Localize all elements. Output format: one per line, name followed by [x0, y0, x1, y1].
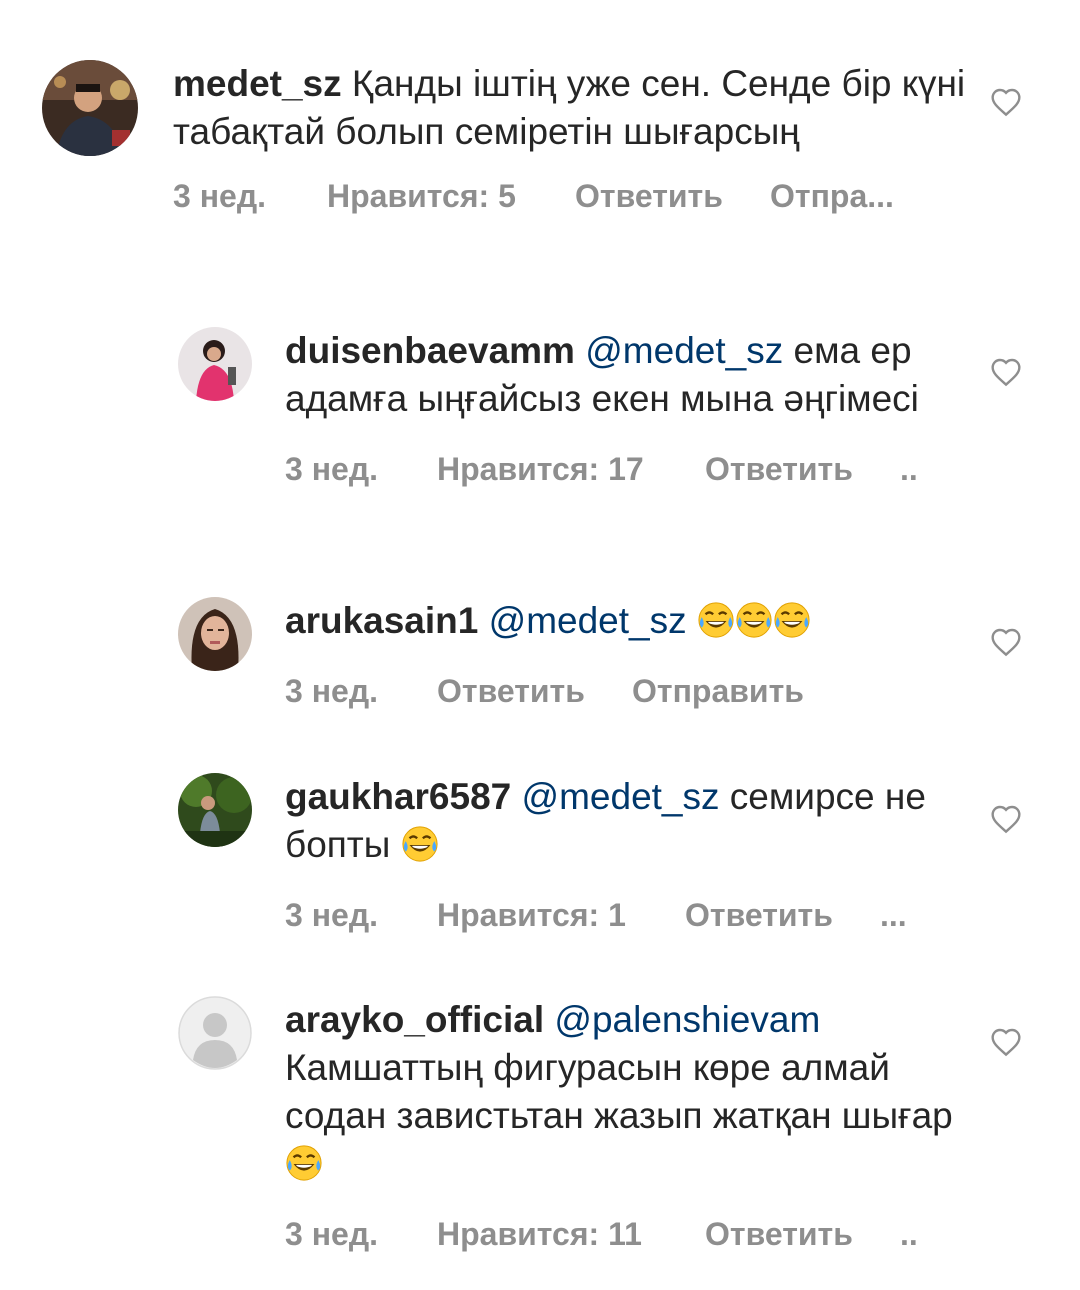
- comment-time: 3 нед.: [285, 1216, 379, 1252]
- send-button[interactable]: Отправить: [632, 673, 804, 710]
- comment-username[interactable]: duisenbaevamm: [285, 330, 575, 371]
- face-with-tears-of-joy-icon: [735, 601, 773, 639]
- heart-icon[interactable]: [990, 1027, 1022, 1057]
- heart-icon[interactable]: [990, 357, 1022, 387]
- reply-button[interactable]: Ответить: [705, 451, 900, 488]
- face-with-tears-of-joy-icon: [285, 1144, 323, 1182]
- heart-icon[interactable]: [990, 804, 1022, 834]
- avatar[interactable]: [178, 597, 252, 671]
- face-with-tears-of-joy-icon: [697, 601, 735, 639]
- send-button[interactable]: ...: [880, 897, 907, 934]
- comment-username[interactable]: gaukhar6587: [285, 776, 511, 817]
- comment-username[interactable]: medet_sz: [173, 63, 342, 104]
- comment-time: 3 нед.: [285, 451, 379, 487]
- comment-time: 3 нед.: [173, 178, 267, 214]
- face-with-tears-of-joy-icon: [401, 825, 439, 863]
- avatar[interactable]: [42, 60, 138, 156]
- comment-mention[interactable]: @medet_sz: [522, 776, 720, 817]
- comment-mention[interactable]: @palenshievam: [554, 999, 820, 1040]
- comment-username[interactable]: arukasain1: [285, 600, 478, 641]
- comment-time: 3 нед.: [285, 897, 379, 933]
- comment-likes-count[interactable]: Нравится: 5: [327, 178, 575, 215]
- comment-likes-count[interactable]: Нравится: 1: [437, 897, 685, 934]
- comment-mention[interactable]: @medet_sz: [585, 330, 783, 371]
- comment-mention[interactable]: @medet_sz: [489, 600, 687, 641]
- comment-username[interactable]: arayko_official: [285, 999, 544, 1040]
- heart-icon[interactable]: [990, 627, 1022, 657]
- comment-text: Камшаттың фигурасын көре алмай содан зав…: [285, 1047, 953, 1136]
- avatar[interactable]: [178, 327, 252, 401]
- comment-time: 3 нед.: [285, 673, 379, 709]
- heart-icon[interactable]: [990, 87, 1022, 117]
- avatar[interactable]: [178, 996, 252, 1070]
- comment-likes-count[interactable]: Нравится: 11: [437, 1216, 705, 1253]
- reply-button[interactable]: Ответить: [437, 673, 632, 710]
- reply-button[interactable]: Ответить: [685, 897, 880, 934]
- avatar[interactable]: [178, 773, 252, 847]
- reply-button[interactable]: Ответить: [575, 178, 770, 215]
- reply-button[interactable]: Ответить: [705, 1216, 900, 1253]
- send-button[interactable]: ..: [900, 451, 918, 488]
- face-with-tears-of-joy-icon: [773, 601, 811, 639]
- comment-likes-count[interactable]: Нравится: 17: [437, 451, 705, 488]
- send-button[interactable]: Отпра...: [770, 178, 894, 215]
- send-button[interactable]: ..: [900, 1216, 918, 1253]
